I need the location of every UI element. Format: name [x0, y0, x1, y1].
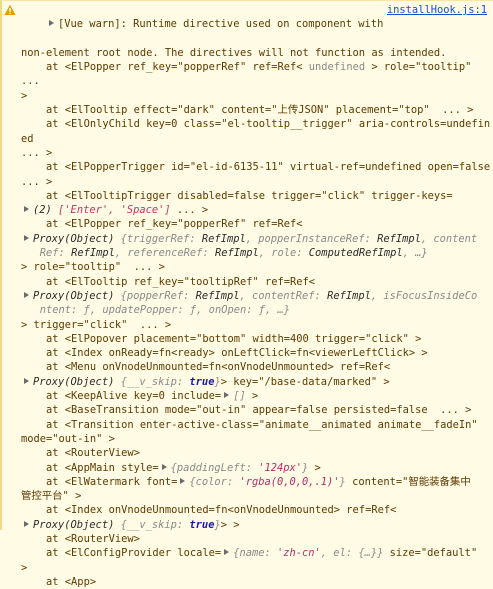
trace-line-cont: Ref: RefImpl, referenceRef: RefImpl, rol…: [39, 247, 428, 260]
trace-line-cont: ... >: [21, 175, 53, 188]
trace-line: at <ElTooltip effect="dark" content="上传J…: [46, 104, 474, 117]
trace-line-cont: >: [21, 89, 28, 102]
expand-object-icon[interactable]: [24, 520, 29, 527]
trace-line-cont: (2) ['Enter', 'Space'] ... >: [2, 203, 491, 217]
trace-line: at <ElTooltipTrigger disabled=false trig…: [46, 189, 453, 202]
warning-line-1: [Vue warn]: Runtime directive used on co…: [58, 18, 384, 31]
expand-object-icon[interactable]: [161, 463, 167, 470]
trace-line-cont: > trigger="click" ... >: [21, 318, 172, 331]
expand-object-icon[interactable]: [24, 234, 29, 241]
warning-line-2: non-element root node. The directives wi…: [21, 46, 447, 59]
expand-array-icon[interactable]: [24, 206, 29, 213]
trace-line: at <KeepAlive key=0 include=[] >: [46, 390, 259, 403]
trace-line-cont: mode="out-in" >: [21, 432, 115, 445]
trace-line-cont: > role="tooltip" ... >: [21, 261, 165, 274]
trace-line: at <AppMain style= {paddingLeft: '124px'}…: [46, 461, 321, 474]
trace-line-cont: Proxy(Object) {__v_skip: true}> key="/ba…: [2, 375, 491, 389]
trace-line-cont: Proxy(Object) {triggerRef: RefImpl, popp…: [2, 232, 491, 246]
trace-line: at <ElPopperTrigger id="el-id-6135-11" v…: [46, 161, 491, 174]
trace-line: at <App>: [46, 575, 97, 588]
trace-line: at <ElWatermark font= {color: 'rgba(0,0,0…: [46, 475, 471, 488]
trace-line-cont: ... >: [21, 146, 53, 159]
trace-line: at <Menu onVnodeUnmounted=fn<onVnodeUnmo…: [46, 361, 391, 374]
console-warning-message[interactable]: [Vue warn]: Runtime directive used on co…: [2, 3, 491, 46]
source-link[interactable]: installHook.js:1: [382, 3, 487, 18]
trace-line: at <ElPopover placement="bottom" width=4…: [46, 332, 422, 345]
trace-line: at <ElTooltip ref_key="tooltipRef" ref=R…: [46, 275, 316, 288]
trace-line: at <ElPopper ref_key="popperRef" ref=Ref…: [21, 61, 484, 88]
trace-line: at <Index onVnodeUnmounted=fn<onVnodeUnm…: [46, 504, 397, 517]
trace-line: at <ElConfigProvider locale= {name: 'zh-c…: [46, 547, 478, 560]
expand-object-icon[interactable]: [24, 377, 29, 384]
trace-line: at <ElOnlyChild key=0 class="el-tooltip_…: [21, 118, 491, 145]
trace-line: at <RouterView>: [46, 532, 140, 545]
trace-line-cont: ntent: ƒ, updatePopper: ƒ, onOpen: ƒ, …}: [39, 304, 291, 317]
expand-warning-icon[interactable]: [49, 20, 55, 27]
trace-line: at <ElPopper ref_key="popperRef" ref=Ref…: [46, 218, 303, 231]
trace-line: at <RouterView>: [46, 447, 140, 460]
trace-line: at <Index onReady=fn<ready> onLeftClick=…: [46, 347, 428, 360]
trace-line-cont: 管控平台" >: [21, 490, 82, 503]
warning-icon: [4, 4, 16, 15]
expand-object-icon[interactable]: [180, 477, 186, 484]
trace-line: at <Transition enter-active-class="anima…: [46, 418, 478, 431]
expand-object-icon[interactable]: [224, 549, 230, 556]
devtools-console: [Vue warn]: Runtime directive used on co…: [0, 0, 493, 588]
trace-line-cont: >: [21, 561, 28, 574]
trace-line: at <BaseTransition mode="out-in" appear=…: [46, 404, 472, 417]
expand-object-icon[interactable]: [24, 291, 29, 298]
trace-line-cont: Proxy(Object) {popperRef: RefImpl, conte…: [2, 289, 491, 303]
expand-array-icon[interactable]: [224, 392, 230, 399]
